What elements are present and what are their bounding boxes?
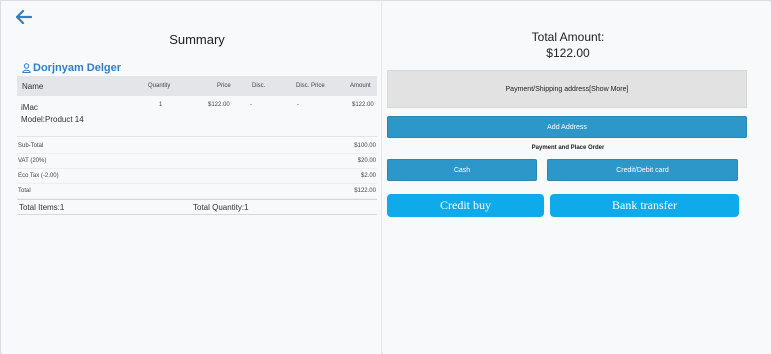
total-amount-label: Total Amount: (531, 30, 605, 44)
back-button[interactable] (15, 9, 33, 25)
subtotal-row: Sub-Total $100.00 (17, 139, 377, 154)
column-header-amount: Amount (350, 83, 371, 89)
cash-button[interactable]: Cash (387, 159, 537, 181)
bank-transfer-button[interactable]: Bank transfer (550, 194, 739, 217)
total-items: Total Items:1 (19, 203, 65, 212)
total-label: Total (18, 188, 31, 194)
subtotal-value: $100.00 (354, 143, 376, 149)
column-header-name: Name (22, 81, 44, 91)
payment-pane: Total Amount: $122.00 Payment/Shipping a… (383, 2, 771, 354)
column-header-price: Price (217, 83, 231, 89)
item-price: $122.00 (208, 102, 230, 108)
total-row: Total $122.00 (17, 184, 377, 199)
subtotal-label: Sub-Total (18, 143, 44, 149)
payment-section-label: Payment and Place Order (531, 145, 605, 151)
column-header-quantity: Quantity (148, 83, 171, 89)
credit-buy-button[interactable]: Credit buy (387, 194, 544, 217)
item-disc: - (250, 102, 252, 108)
eco-tax-label: Eco Tax (-2.00) (18, 173, 59, 179)
column-header-disc: Disc. (252, 83, 266, 89)
total-amount-value: $122.00 (546, 46, 590, 60)
summary-footer: Total Items:1 Total Quantity:1 (17, 199, 377, 215)
eco-tax-row: Eco Tax (-2.00) $2.00 (17, 169, 377, 184)
totals-list: Sub-Total $100.00 VAT (20%) $20.00 Eco T… (17, 139, 377, 199)
add-address-button[interactable]: Add Address (387, 116, 747, 138)
summary-pane: Summary Dorjnyam Delger Name Quantity Pr… (2, 2, 382, 354)
customer-name: Dorjnyam Delger (33, 62, 122, 74)
table-row: iMac Model:Product 14 1 $122.00 - - $122… (17, 96, 377, 137)
back-arrow-icon (15, 9, 33, 25)
column-header-disc-price: Disc. Price (296, 83, 325, 89)
vat-label: VAT (20%) (18, 158, 47, 164)
credit-debit-card-button[interactable]: Credit/Debit card (547, 159, 738, 181)
payment-shipping-label: Payment/Shipping address[Show More] (505, 85, 629, 93)
total-value: $122.00 (354, 188, 376, 194)
vat-value: $20.00 (357, 158, 376, 164)
customer-link[interactable]: Dorjnyam Delger (22, 62, 121, 74)
summary-title: Summary (169, 32, 225, 47)
item-name: iMac (21, 103, 38, 112)
table-header: Name Quantity Price Disc. Disc. Price Am… (17, 76, 377, 96)
vat-row: VAT (20%) $20.00 (17, 154, 377, 169)
total-quantity: Total Quantity:1 (193, 203, 249, 212)
item-quantity: 1 (159, 102, 163, 108)
user-icon (22, 63, 31, 73)
item-disc-price: - (297, 102, 299, 108)
item-model: Model:Product 14 (21, 115, 84, 124)
eco-tax-value: $2.00 (360, 173, 376, 179)
item-amount: $122.00 (352, 102, 374, 108)
payment-shipping-address-toggle[interactable]: Payment/Shipping address[Show More] (387, 70, 747, 108)
app-frame: Summary Dorjnyam Delger Name Quantity Pr… (0, 0, 771, 354)
